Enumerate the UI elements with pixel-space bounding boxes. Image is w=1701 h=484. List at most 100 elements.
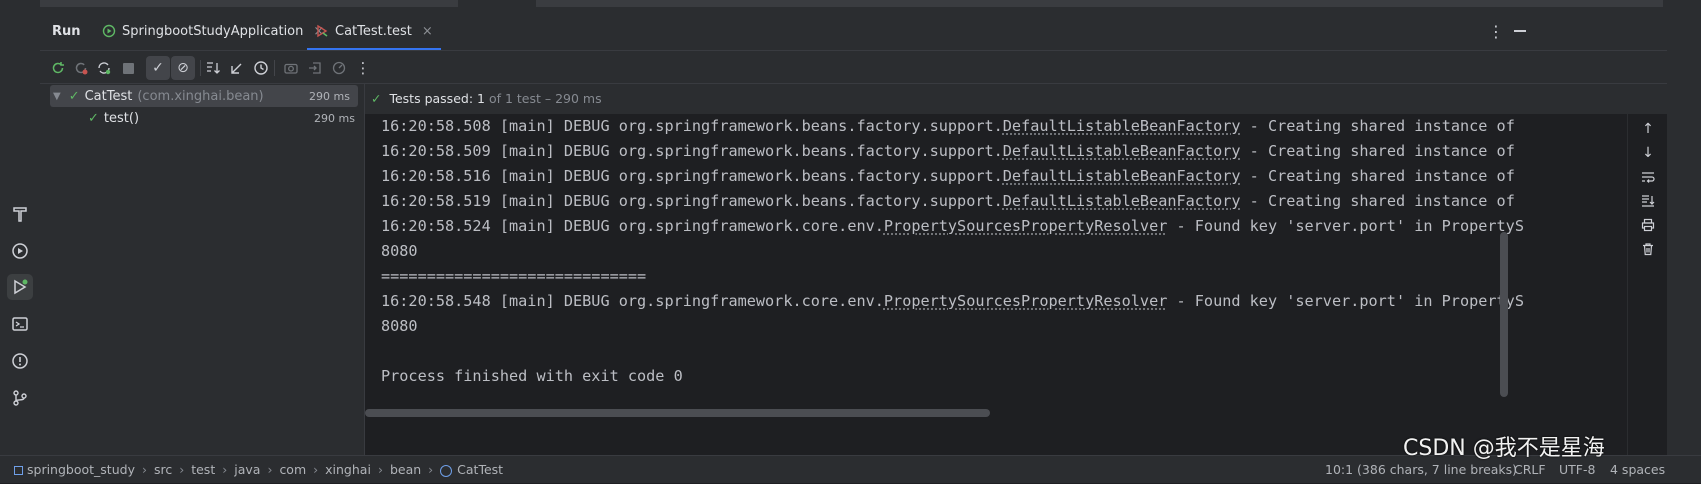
console-line: 16:20:58.516 [main] DEBUG org.springfram… — [381, 164, 1515, 189]
class-link[interactable]: DefaultListableBeanFactory — [1003, 192, 1241, 210]
tests-passed-detail: of 1 test – 290 ms — [488, 91, 602, 106]
tree-row-cattest[interactable]: ▼ ✓ CatTest (com.xinghai.bean) 290 ms — [50, 85, 358, 107]
options-menu-icon[interactable]: ⋮ — [1488, 22, 1504, 41]
test-tree: ▼ ✓ CatTest (com.xinghai.bean) 290 ms ✓ … — [40, 84, 365, 455]
git-icon[interactable] — [7, 385, 33, 411]
tree-item-duration: 290 ms — [309, 89, 350, 103]
passed-check-icon: ✓ — [88, 110, 99, 126]
show-ignored-icon[interactable]: ⊘ — [171, 56, 195, 80]
tree-item-duration: 290 ms — [314, 111, 355, 125]
chevron-right-icon: › — [179, 462, 185, 477]
console-line: ============================= — [381, 264, 646, 289]
breadcrumb-item[interactable]: src — [154, 462, 172, 477]
console-line: 16:20:58.524 [main] DEBUG org.springfram… — [381, 214, 1524, 239]
coverage-icon[interactable] — [330, 59, 348, 77]
console-text: 16:20:58.524 [main] DEBUG org.springfram… — [381, 217, 884, 235]
import-icon[interactable] — [306, 59, 324, 77]
tree-item-label: CatTest — [84, 88, 133, 104]
breadcrumb-item[interactable]: CatTest — [457, 462, 503, 477]
console-text: - Creating shared instance of — [1240, 142, 1515, 160]
chevron-right-icon: › — [377, 462, 383, 477]
breadcrumb-item[interactable]: java — [234, 462, 260, 477]
vertical-scrollbar-thumb[interactable] — [1500, 232, 1508, 397]
breadcrumb-item[interactable]: com — [279, 462, 306, 477]
module-icon — [14, 466, 23, 475]
tree-item-package: (com.xinghai.bean) — [137, 88, 264, 104]
show-passed-icon[interactable]: ✓ — [146, 56, 170, 80]
more-icon[interactable]: ⋮ — [354, 59, 372, 77]
minimize-icon[interactable] — [1514, 30, 1526, 32]
toolbar-divider — [274, 60, 275, 76]
console-output[interactable]: 16:20:58.508 [main] DEBUG org.springfram… — [365, 114, 1627, 455]
editor-area-edge — [40, 0, 1667, 12]
build-icon[interactable] — [7, 201, 33, 227]
class-link[interactable]: DefaultListableBeanFactory — [1003, 117, 1241, 135]
chevron-right-icon: › — [313, 462, 319, 477]
chevron-down-icon[interactable]: ▼ — [53, 91, 61, 102]
history-icon[interactable] — [252, 59, 270, 77]
console-line: 8080 — [381, 239, 418, 264]
soft-wrap-icon[interactable] — [1639, 168, 1657, 186]
right-tool-strip — [1667, 0, 1701, 455]
console-text: Process finished with exit code 0 — [381, 367, 683, 385]
breadcrumb-item[interactable]: springboot_study — [27, 462, 135, 477]
tab-springboot-study-application[interactable]: SpringbootStudyApplication × — [102, 12, 324, 50]
test-config-icon — [315, 24, 329, 38]
run-tool-header: Run SpringbootStudyApplication × CatTest… — [40, 12, 1667, 50]
toggle-auto-test-icon[interactable] — [95, 59, 113, 77]
console-text: 16:20:58.509 [main] DEBUG org.springfram… — [381, 142, 1003, 160]
tab-label: SpringbootStudyApplication — [122, 23, 304, 39]
console-text: 8080 — [381, 317, 418, 335]
scroll-to-end-icon[interactable] — [1639, 192, 1657, 210]
clear-all-icon[interactable] — [1639, 240, 1657, 258]
arrow-down-icon[interactable]: ↓ — [1639, 144, 1657, 162]
tests-passed-label: Tests passed: — [389, 91, 474, 106]
close-icon[interactable]: × — [422, 24, 433, 39]
breadcrumb-item[interactable]: xinghai — [325, 462, 371, 477]
console-line: 8080 — [381, 314, 418, 339]
left-tool-strip — [0, 0, 41, 455]
arrow-up-icon[interactable]: ↑ — [1639, 120, 1657, 138]
console-text: 16:20:58.519 [main] DEBUG org.springfram… — [381, 192, 1003, 210]
indent-setting[interactable]: 4 spaces — [1610, 456, 1665, 484]
console-text: 8080 — [381, 242, 418, 260]
run-tool-icon[interactable] — [7, 274, 33, 300]
class-link[interactable]: DefaultListableBeanFactory — [1003, 142, 1241, 160]
passed-check-icon: ✓ — [371, 91, 382, 106]
console-text: ============================= — [381, 267, 647, 285]
print-icon[interactable] — [1639, 216, 1657, 234]
stop-icon[interactable] — [119, 59, 137, 77]
console-line: 16:20:58.509 [main] DEBUG org.springfram… — [381, 139, 1515, 164]
console-text: 16:20:58.548 [main] DEBUG org.springfram… — [381, 292, 884, 310]
breadcrumb-item[interactable]: bean — [390, 462, 421, 477]
spring-run-icon — [102, 24, 116, 38]
console-text: - Creating shared instance of — [1240, 167, 1515, 185]
breadcrumb-item[interactable]: test — [191, 462, 215, 477]
console-text: - Found key 'server.port' in PropertyS — [1167, 292, 1524, 310]
terminal-icon[interactable] — [7, 311, 33, 337]
watermark: CSDN @我不是星海 — [1403, 436, 1605, 461]
console-line: Process finished with exit code 0 — [381, 364, 683, 389]
console-line: 16:20:58.519 [main] DEBUG org.springfram… — [381, 189, 1515, 214]
run-title: Run — [52, 23, 81, 39]
class-icon — [440, 464, 453, 477]
console-line: 16:20:58.548 [main] DEBUG org.springfram… — [381, 289, 1524, 314]
rerun-icon[interactable] — [49, 59, 67, 77]
tree-row-test[interactable]: ✓ test() 290 ms — [88, 107, 363, 129]
class-link[interactable]: PropertySourcesPropertyResolver — [884, 292, 1167, 310]
collapse-icon[interactable] — [228, 59, 246, 77]
tab-label: CatTest.test — [335, 23, 412, 39]
horizontal-scrollbar-thumb[interactable] — [365, 409, 990, 417]
console-text: - Creating shared instance of — [1240, 117, 1515, 135]
screenshot-icon[interactable] — [282, 59, 300, 77]
class-link[interactable]: PropertySourcesPropertyResolver — [884, 217, 1167, 235]
tab-cattest-test[interactable]: CatTest.test × — [307, 12, 441, 50]
services-icon[interactable] — [7, 238, 33, 264]
problems-icon[interactable] — [7, 348, 33, 374]
sort-icon[interactable] — [204, 59, 222, 77]
chevron-right-icon: › — [222, 462, 228, 477]
rerun-failed-icon[interactable] — [72, 59, 90, 77]
class-link[interactable]: DefaultListableBeanFactory — [1003, 167, 1241, 185]
chevron-right-icon: › — [428, 462, 434, 477]
test-status: ✓ Tests passed: 1 of 1 test – 290 ms — [371, 91, 602, 106]
